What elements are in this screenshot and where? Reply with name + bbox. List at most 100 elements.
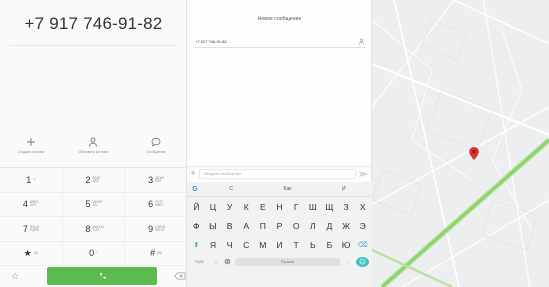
keyboard-row: ЙЦУКЕНГШЩЗХ xyxy=(187,197,372,216)
key-digit: ★ xyxy=(23,247,32,258)
google-icon[interactable]: G xyxy=(187,186,203,193)
dialer-panel: +7 917 746-91-82 Создать контакт Обновит… xyxy=(0,0,187,287)
dialer-bottom-bar: ☆ xyxy=(0,265,187,287)
keypad-row: 7 ФХЦЧ PQRS 8 ШЩЪЫ TUV 9 ЬЭЮЯ WXYZ xyxy=(0,217,187,242)
keyboard-key[interactable]: Ш xyxy=(304,202,321,212)
keyboard-key[interactable]: З xyxy=(338,202,355,212)
recipient-value[interactable]: +7 917 746-91-82 xyxy=(195,39,358,44)
message-input[interactable]: Введите сообщение xyxy=(199,168,356,179)
suggestion-item[interactable]: Как xyxy=(259,186,315,192)
key-star[interactable]: ★ (P) xyxy=(0,241,63,265)
plus-icon xyxy=(27,138,36,146)
shift-key[interactable]: ⬆ xyxy=(188,241,205,249)
key-2[interactable]: 2 АБВГ ABC xyxy=(63,168,126,192)
onscreen-keyboard: G С Как И ЙЦУКЕНГШЩЗХ ФЫВАПРОЛДЖЭ ⬆ Я Ч С М И… xyxy=(187,182,372,287)
key-letters: РСТУ MNO xyxy=(155,200,164,208)
keyboard-key[interactable]: Р xyxy=(271,221,288,231)
add-contact-icon[interactable] xyxy=(358,38,365,45)
key-digit: 9 xyxy=(148,223,154,234)
person-icon xyxy=(89,137,98,147)
key-digit: 0 xyxy=(89,248,95,259)
keyboard-key[interactable]: Ф xyxy=(188,221,205,231)
keyboard-key[interactable]: Щ xyxy=(321,202,338,212)
period-key[interactable]: . xyxy=(344,259,352,265)
key-8[interactable]: 8 ШЩЪЫ TUV xyxy=(63,217,126,241)
key-9[interactable]: 9 ЬЭЮЯ WXYZ xyxy=(125,217,187,241)
create-contact-button[interactable]: Создать контакт xyxy=(0,136,62,166)
key-hash[interactable]: # (W) xyxy=(125,242,187,266)
keyboard-backspace-key[interactable]: ⌫ xyxy=(354,241,371,249)
keyboard-key[interactable]: Б xyxy=(321,240,338,250)
keyboard-key[interactable]: Ц xyxy=(205,202,222,212)
keyboard-bottom-row: ?123 , Русский . xyxy=(187,254,372,269)
keyboard-key[interactable]: Ы xyxy=(205,221,222,231)
keyboard-key[interactable]: И xyxy=(271,240,288,250)
keyboard-key[interactable]: Й xyxy=(188,202,205,212)
keyboard-key[interactable]: М xyxy=(255,240,272,250)
attach-plus-icon[interactable]: + xyxy=(187,169,199,178)
key-1[interactable]: 1 ∞ xyxy=(0,168,63,192)
enter-key[interactable] xyxy=(356,256,369,267)
key-4[interactable]: 4 ИЙКЛ GHI xyxy=(0,192,63,216)
keyboard-key[interactable]: С xyxy=(238,240,255,250)
key-3[interactable]: 3 ДЕЖЗ DEF xyxy=(125,168,187,192)
keyboard-key[interactable]: Ж xyxy=(338,221,355,231)
keyboard-key[interactable]: О xyxy=(288,221,305,231)
globe-icon[interactable] xyxy=(224,258,231,265)
key-letters: ЬЭЮЯ WXYZ xyxy=(155,224,166,232)
keypad: 1 ∞ 2 АБВГ ABC 3 ДЕЖЗ DEF 4 ИЙКЛ GHI 5 МНОП J… xyxy=(0,167,187,266)
key-letters: МНОП JKL xyxy=(92,200,103,208)
smiley-icon xyxy=(359,258,366,265)
key-7[interactable]: 7 ФХЦЧ PQRS xyxy=(0,217,63,241)
keyboard-key[interactable]: Е xyxy=(255,202,272,212)
favorites-star-icon[interactable]: ☆ xyxy=(0,271,30,282)
keyboard-key[interactable]: Н xyxy=(271,202,288,212)
display-divider xyxy=(10,45,176,46)
update-contact-button[interactable]: Обновить контакт xyxy=(62,136,124,166)
key-digit: 5 xyxy=(85,199,91,210)
keyboard-key[interactable]: Ь xyxy=(304,240,321,250)
call-button[interactable] xyxy=(47,267,157,285)
symbols-key[interactable]: ?123 xyxy=(190,259,208,264)
send-message-label: Сообщение xyxy=(146,150,166,154)
key-digit: 4 xyxy=(22,199,28,210)
keyboard-key[interactable]: Ю xyxy=(338,240,355,250)
key-letters: ДЕЖЗ DEF xyxy=(155,175,165,183)
keyboard-key[interactable]: В xyxy=(221,221,238,231)
spacebar[interactable]: Русский xyxy=(235,257,340,266)
keyboard-key[interactable]: Я xyxy=(205,240,222,250)
comma-key[interactable]: , xyxy=(212,259,220,265)
keyboard-key[interactable]: Д xyxy=(321,221,338,231)
key-0[interactable]: 0 + xyxy=(63,241,126,265)
key-6[interactable]: 6 РСТУ MNO xyxy=(125,193,187,217)
keyboard-key[interactable]: Л xyxy=(304,221,321,231)
keyboard-key[interactable]: П xyxy=(255,221,272,231)
map-view[interactable] xyxy=(372,0,549,287)
key-letters: ИЙКЛ GHI xyxy=(29,200,39,208)
create-contact-label: Создать контакт xyxy=(17,150,45,154)
key-letters: (W) xyxy=(157,250,163,255)
keyboard-key[interactable]: А xyxy=(238,221,255,231)
keyboard-key[interactable]: Г xyxy=(288,202,305,212)
recipient-field[interactable]: +7 917 746-91-82 xyxy=(195,36,365,48)
phone-number-display[interactable]: +7 917 746-91-82 xyxy=(0,14,187,34)
keyboard-key[interactable]: К xyxy=(238,202,255,212)
keyboard-key[interactable]: Т xyxy=(288,240,305,250)
keypad-row: ★ (P) 0 + # (W) xyxy=(0,241,187,266)
key-digit: # xyxy=(150,248,156,259)
backspace-icon[interactable] xyxy=(174,272,186,280)
suggestion-item[interactable]: И xyxy=(316,186,372,192)
keyboard-row: ⬆ Я Ч С М И Т Ь Б Ю ⌫ xyxy=(187,235,372,254)
send-message-button[interactable]: Сообщение xyxy=(125,136,187,166)
keyboard-key[interactable]: Ч xyxy=(221,240,238,250)
key-5[interactable]: 5 МНОП JKL xyxy=(63,192,126,216)
suggestion-item[interactable]: С xyxy=(203,186,259,192)
compose-bar: + Введите сообщение xyxy=(187,166,372,180)
key-letters: (P) xyxy=(33,250,38,255)
map-canvas[interactable] xyxy=(372,0,549,287)
key-digit: 7 xyxy=(22,223,28,234)
send-icon[interactable] xyxy=(358,170,370,178)
keyboard-key[interactable]: У xyxy=(221,202,238,212)
keyboard-key[interactable]: Х xyxy=(354,202,371,212)
keyboard-key[interactable]: Э xyxy=(354,221,371,231)
